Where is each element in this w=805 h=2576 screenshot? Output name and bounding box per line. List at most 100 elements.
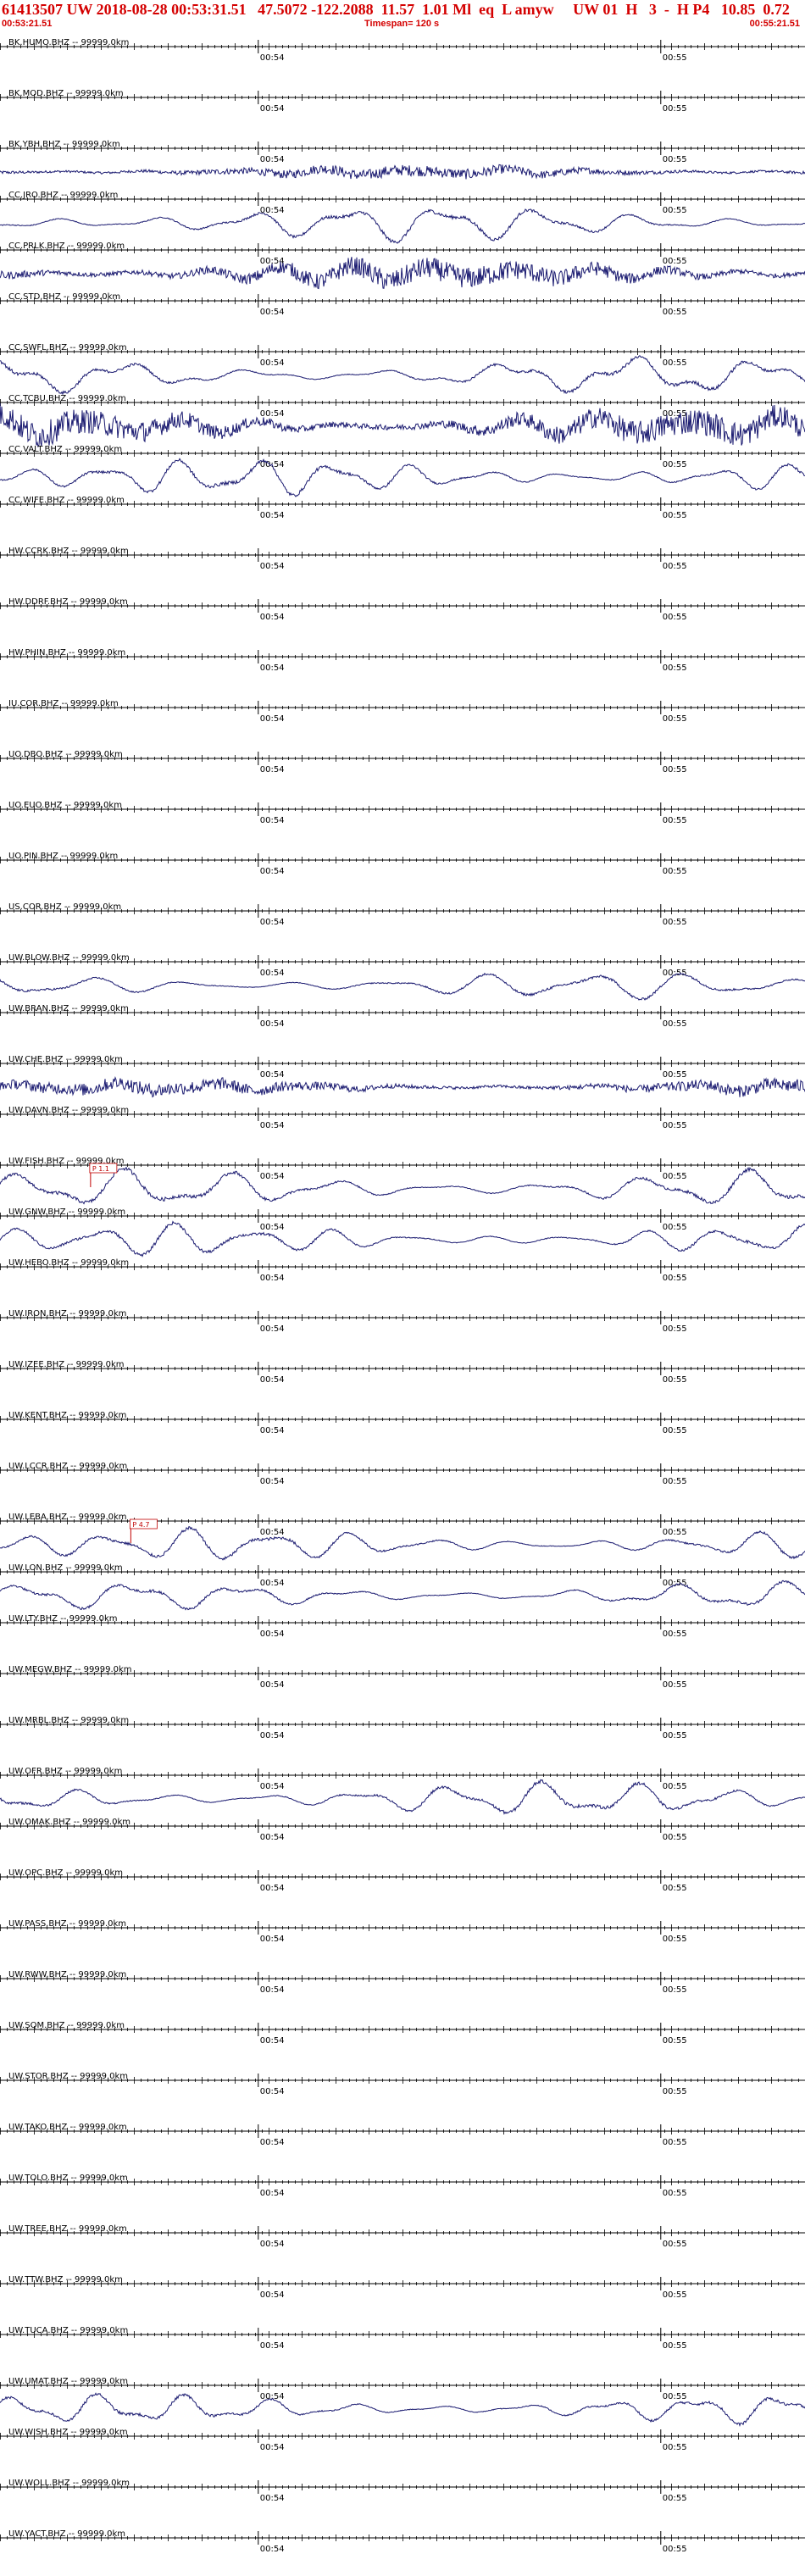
trace-row: UO.EUO.BHZ -- 99999.0km 00:54 00:55 [0, 801, 805, 825]
minute-tick-label: 00:54 [260, 2138, 285, 2147]
minute-tick-label: 00:55 [663, 918, 687, 927]
minute-tick-label: 00:54 [260, 409, 285, 419]
minute-tick-label: 00:55 [663, 1833, 687, 1842]
trace-row: UW.OFR.BHZ -- 99999.0km 00:54 00:55 [0, 1767, 805, 1815]
minute-tick-label: 00:55 [663, 867, 687, 876]
minute-tick-label: 00:54 [260, 1731, 285, 1740]
trace-row: UW.FISH.BHZ -- 99999.0km00:54 00:55P 1.1 [0, 1157, 805, 1205]
minute-tick-label: 00:54 [260, 1070, 285, 1080]
station-label: UW.TTW.BHZ -- 99999.0km [8, 2275, 123, 2285]
trace-row: CC.SWFL.BHZ -- 99999.0km00:54 00:55 [0, 343, 805, 396]
minute-tick-label: 00:55 [663, 1121, 687, 1130]
trace-row: UW.SQM.BHZ -- 99999.0km 00:54 00:55 [0, 2021, 805, 2046]
station-label: UW.MEGW.BHZ -- 99999.0km [8, 1665, 132, 1674]
minute-tick-label: 00:54 [260, 1528, 285, 1537]
trace-row: UW.IRON.BHZ -- 99999.0km00:54 00:55 [0, 1309, 805, 1334]
minute-tick-label: 00:55 [663, 2087, 687, 2096]
minute-tick-label: 00:55 [663, 2036, 687, 2046]
trace-row: UW.MEGW.BHZ -- 99999.0km 00:54 00:55 [0, 1665, 805, 1690]
minute-tick-label: 00:55 [663, 206, 687, 215]
minute-tick-label: 00:55 [663, 1375, 687, 1385]
minute-tick-label: 00:55 [663, 562, 687, 571]
station-label: HW.CCRK.BHZ -- 99999.0km [8, 547, 129, 556]
minute-tick-label: 00:54 [260, 1833, 285, 1842]
minute-tick-label: 00:55 [663, 1477, 687, 1486]
minute-tick-label: 00:54 [260, 2494, 285, 2503]
station-label: UW.OFR.BHZ -- 99999.0km [8, 1767, 122, 1776]
minute-tick-label: 00:54 [260, 1782, 285, 1791]
minute-tick-label: 00:55 [663, 714, 687, 724]
trace-row: UW.LCCR.BHZ -- 99999.0km 00:54 00:55 [0, 1462, 805, 1486]
seismogram-plot: BK.HUMO.BHZ -- 99999.0km 00:54 00:55 BK.MOD… [0, 38, 805, 2554]
minute-tick-label: 00:55 [663, 1070, 687, 1080]
minute-tick-label: 00:55 [663, 2240, 687, 2249]
minute-tick-label: 00:54 [260, 2087, 285, 2096]
minute-tick-label: 00:55 [663, 308, 687, 317]
minute-tick-label: 00:55 [663, 1324, 687, 1334]
trace-row: UW.YACT.BHZ -- 99999.0km00:54 00:55 [0, 2529, 805, 2554]
minute-tick-label: 00:54 [260, 1274, 285, 1283]
minute-tick-label: 00:55 [663, 1884, 687, 1893]
station-label: UW.HEBO.BHZ -- 99999.0km [8, 1258, 129, 1268]
minute-tick-label: 00:54 [260, 2545, 285, 2554]
minute-tick-label: 00:54 [260, 816, 285, 825]
minute-tick-label: 00:54 [260, 562, 285, 571]
minute-tick-label: 00:54 [260, 2341, 285, 2351]
phase-pick-label: P 1.1 [92, 1165, 109, 1173]
station-label: UW.STOR.BHZ -- 99999.0km [8, 2072, 128, 2081]
minute-tick-label: 00:54 [260, 867, 285, 876]
minute-tick-label: 00:54 [260, 1579, 285, 1588]
station-label: CC.STD.BHZ -- 99999.0km [8, 292, 120, 302]
minute-tick-label: 00:54 [260, 1629, 285, 1639]
event-title: 61413507 UW 2018-08-28 00:53:31.51 47.50… [2, 1, 790, 18]
station-label: UW.WISH.BHZ -- 99999.0km [8, 2428, 128, 2437]
minute-tick-label: 00:55 [663, 358, 687, 368]
trace-row: UW.KENT.BHZ -- 99999.0km00:54 00:55 [0, 1411, 805, 1435]
minute-tick-label: 00:54 [260, 1477, 285, 1486]
station-label: UW.TUCA.BHZ -- 99999.0km [8, 2326, 128, 2335]
trace-row: UW.GNW.BHZ -- 99999.0km00:54 00:55 [0, 1208, 805, 1257]
minute-tick-label: 00:54 [260, 2392, 285, 2401]
station-label: UO.EUO.BHZ -- 99999.0km [8, 801, 122, 810]
minute-tick-label: 00:55 [663, 765, 687, 774]
minute-tick-label: 00:55 [663, 1426, 687, 1435]
trace-row: UW.RWW.BHZ -- 99999.0km00:54 00:55 [0, 1970, 805, 1995]
trace-row: UW.OMAK.BHZ -- 99999.0km 00:54 00:55 [0, 1818, 805, 1842]
minute-tick-label: 00:55 [663, 460, 687, 469]
start-time-label: 00:53:21.51 [2, 19, 53, 29]
minute-tick-label: 00:55 [663, 1680, 687, 1690]
trace-row: UW.STOR.BHZ -- 99999.0km 00:54 00:55 [0, 2072, 805, 2096]
minute-tick-label: 00:55 [663, 2545, 687, 2554]
minute-tick-label: 00:54 [260, 308, 285, 317]
minute-tick-label: 00:55 [663, 409, 687, 419]
trace-row: BK.MOD.BHZ -- 99999.0km 00:54 00:55 [0, 89, 805, 114]
trace-row: UO.PIN.BHZ -- 99999.0km 00:54 00:55 [0, 852, 805, 876]
trace-row: CC.JRO.BHZ -- 99999.0km00:54 00:55 [0, 191, 805, 244]
minute-tick-label: 00:55 [663, 1782, 687, 1791]
minute-tick-label: 00:54 [260, 918, 285, 927]
station-label: UW.BLOW.BHZ -- 99999.0km [8, 953, 130, 963]
minute-tick-label: 00:55 [663, 816, 687, 825]
minute-tick-label: 00:55 [663, 2443, 687, 2452]
minute-tick-label: 00:54 [260, 2290, 285, 2300]
station-label: BK.HUMO.BHZ -- 99999.0km [8, 38, 129, 47]
minute-tick-label: 00:54 [260, 1884, 285, 1893]
station-label: US.COR.BHZ -- 99999.0km [8, 902, 121, 912]
minute-tick-label: 00:54 [260, 104, 285, 114]
trace-row: UW.TOLO.BHZ -- 99999.0km 00:54 00:55 [0, 2174, 805, 2198]
trace-row: CC.PRLK.BHZ -- 99999.0km00:54 00:55 [0, 242, 805, 290]
minute-tick-label: 00:55 [663, 2290, 687, 2300]
minute-tick-label: 00:55 [663, 155, 687, 164]
station-label: HW.DDRF.BHZ -- 99999.0km [8, 597, 128, 607]
minute-tick-label: 00:55 [663, 1019, 687, 1029]
station-label: UW.MRBL.BHZ -- 99999.0km [8, 1716, 129, 1725]
trace-row: UW.TAKO.BHZ -- 99999.0km00:54 00:55 [0, 2123, 805, 2147]
timespan-label: Timespan= 120 s [364, 19, 440, 29]
minute-tick-label: 00:54 [260, 1121, 285, 1130]
trace-row: BK.YBH.BHZ -- 99999.0km 00:54 00:55 [0, 140, 805, 180]
minute-tick-label: 00:54 [260, 1375, 285, 1385]
station-label: UW.WOLL.BHZ -- 99999.0km [8, 2479, 130, 2488]
trace-row: UW.LEBA.BHZ -- 99999.0km00:54 00:55P 4.7 [0, 1513, 805, 1561]
station-label: UW.DAVN.BHZ -- 99999.0km [8, 1106, 129, 1115]
minute-tick-label: 00:55 [663, 1629, 687, 1639]
